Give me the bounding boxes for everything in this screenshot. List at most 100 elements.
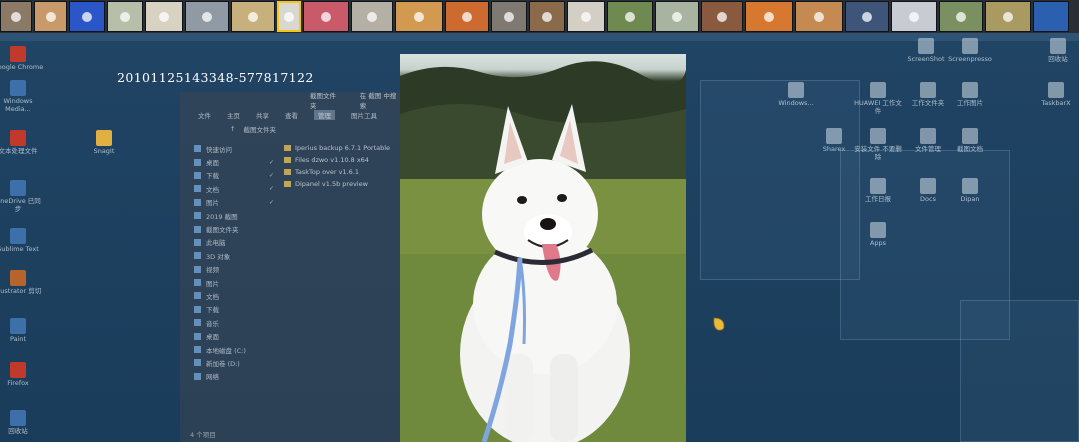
folder-icon [284, 157, 291, 163]
nav-item-label: 音乐 [206, 319, 219, 328]
thumbnail-9[interactable] [303, 1, 349, 32]
desktop-icon-right[interactable]: Windows... [770, 82, 822, 108]
thumbnail-25[interactable] [1033, 1, 1069, 32]
folder-icon [194, 212, 201, 220]
dog-thumbnail-icon [462, 11, 472, 22]
desktop-icon-left[interactable]: Google Chrome [0, 46, 44, 72]
dog-thumbnail-icon [504, 11, 514, 22]
ribbon-tab[interactable]: 图片工具 [351, 110, 377, 120]
nav-item[interactable]: 2019 截图 [194, 209, 280, 222]
thumbnail-3[interactable] [69, 1, 105, 32]
main-photo[interactable] [400, 54, 686, 442]
nav-item[interactable]: 此电脑 [194, 236, 280, 249]
thumbnail-17[interactable] [655, 1, 699, 32]
nav-item[interactable]: 图片 [194, 276, 280, 289]
ribbon-tab[interactable]: 管理 [314, 110, 335, 120]
desktop-icon-right[interactable]: 回收站 [1032, 38, 1079, 64]
nav-item[interactable]: 快速访问 [194, 142, 280, 155]
thumbnail-13[interactable] [491, 1, 527, 32]
desktop-icon-right[interactable]: TaskbarX [1030, 82, 1079, 108]
thumbnail-14[interactable] [529, 1, 565, 32]
nav-item[interactable]: 本地磁盘 (C:) [194, 343, 280, 356]
thumbnail-7[interactable] [231, 1, 275, 32]
desktop-icon-right[interactable]: Apps [852, 222, 904, 248]
nav-item[interactable]: 视频 [194, 263, 280, 276]
nav-item[interactable]: 音乐 [194, 316, 280, 329]
file-row[interactable]: Files dzwo v1.10.8 x64 [284, 154, 390, 166]
file-icon [788, 82, 804, 98]
dog-thumbnail-icon [956, 11, 966, 22]
folder-icon [284, 145, 291, 151]
nav-item[interactable]: 截图文件夹 [194, 222, 280, 235]
desktop-icon-left[interactable]: Paint [0, 318, 44, 344]
desktop-icon-left[interactable]: SnagIt [78, 130, 130, 156]
desktop-icon-left[interactable]: 回收站 [0, 410, 44, 436]
nav-item[interactable]: 图片 ✓ [194, 196, 280, 209]
desktop-icon-left[interactable]: OneDrive 已同步 [0, 180, 44, 214]
file-icon [1050, 38, 1066, 54]
desktop-icon-right[interactable]: 工作日报 [852, 178, 904, 204]
nav-item[interactable]: 桌面 ✓ [194, 155, 280, 168]
desktop-icon-right[interactable]: 安装文件 不要删除 [852, 128, 904, 162]
thumbnail-2[interactable] [34, 1, 67, 32]
desktop-icon-right[interactable]: 截图文档 [944, 128, 996, 154]
dog-thumbnail-icon [625, 11, 635, 22]
thumbnail-18[interactable] [701, 1, 743, 32]
file-row[interactable]: Dipanel v1.5b preview [284, 178, 390, 190]
desktop-icon-left[interactable]: Windows Media... [0, 80, 44, 114]
thumbnail-24[interactable] [985, 1, 1031, 32]
folder-icon [194, 171, 201, 179]
thumbnail-8[interactable] [277, 1, 301, 32]
ribbon-tab[interactable]: 查看 [285, 110, 298, 120]
desktop-icon-right[interactable]: 工作图片 [944, 82, 996, 108]
ribbon-tab[interactable]: 共享 [256, 110, 269, 120]
file-icon [870, 178, 886, 194]
desktop-icon-right[interactable]: Screenpresso [944, 38, 996, 64]
thumbnail-5[interactable] [145, 1, 183, 32]
thumbnail-20[interactable] [795, 1, 843, 32]
nav-item[interactable]: 网络 [194, 370, 280, 383]
explorer-address-bar[interactable]: ↑ 截图文件夹 [180, 122, 402, 136]
nav-item[interactable]: 3D 对象 [194, 249, 280, 262]
desktop-icon-left[interactable]: Sublime Text [0, 228, 44, 254]
nav-item-label: 图片 [206, 279, 219, 288]
file-explorer-window[interactable]: 截图文件夹 在 截图 中搜索 文件 主页 共享 查看 管理 图片工具 ↑ 截图文件夹 快速… [180, 92, 402, 442]
thumbnail-6[interactable] [185, 1, 229, 32]
file-row[interactable]: TaskTop over v1.6.1 [284, 166, 390, 178]
dog-thumbnail-icon [284, 11, 294, 22]
nav-item[interactable]: 文档 [194, 289, 280, 302]
file-row[interactable]: Iperius backup 6.7.1 Portable [284, 142, 390, 154]
dog-thumbnail-icon [1003, 11, 1013, 22]
thumbnail-4[interactable] [107, 1, 143, 32]
thumbnail-1[interactable] [0, 1, 32, 32]
nav-item-label: 桌面 [206, 159, 219, 168]
desktop-icon-left[interactable]: Illustrator 剪切 [0, 270, 44, 296]
nav-item[interactable]: 新加卷 (D:) [194, 356, 280, 369]
thumbnail-11[interactable] [395, 1, 443, 32]
dog-thumbnail-icon [862, 11, 872, 22]
nav-item[interactable]: 文档 ✓ [194, 182, 280, 195]
thumbnail-23[interactable] [939, 1, 983, 32]
thumbnail-22[interactable] [891, 1, 937, 32]
nav-item[interactable]: 下载 [194, 303, 280, 316]
file-name: Files dzwo v1.10.8 x64 [295, 156, 369, 164]
up-arrow-icon[interactable]: ↑ [230, 125, 235, 133]
nav-item-label: 快速访问 [206, 145, 232, 154]
desktop-icon-left[interactable]: Firefox [0, 362, 44, 388]
ribbon-tab[interactable]: 文件 [198, 110, 211, 120]
thumbnail-10[interactable] [351, 1, 393, 32]
nav-item[interactable]: 下载 ✓ [194, 169, 280, 182]
explorer-search-box[interactable]: 在 截图 中搜索 [360, 90, 402, 110]
thumbnail-19[interactable] [745, 1, 793, 32]
desktop-icon-right[interactable]: Dipan [944, 178, 996, 204]
thumbnail-12[interactable] [445, 1, 489, 32]
desktop-icon-label: 工作日报 [865, 195, 891, 203]
desktop-icon-right[interactable]: HUAWEI 工作文件 [852, 82, 904, 116]
desktop-icon-left[interactable]: 文本处理文件 [0, 130, 44, 156]
thumbnail-15[interactable] [567, 1, 605, 32]
thumbnail-21[interactable] [845, 1, 889, 32]
ribbon-tab[interactable]: 主页 [227, 110, 240, 120]
thumbnail-16[interactable] [607, 1, 653, 32]
nav-item-label: 截图文件夹 [206, 226, 239, 235]
nav-item[interactable]: 桌面 [194, 329, 280, 342]
